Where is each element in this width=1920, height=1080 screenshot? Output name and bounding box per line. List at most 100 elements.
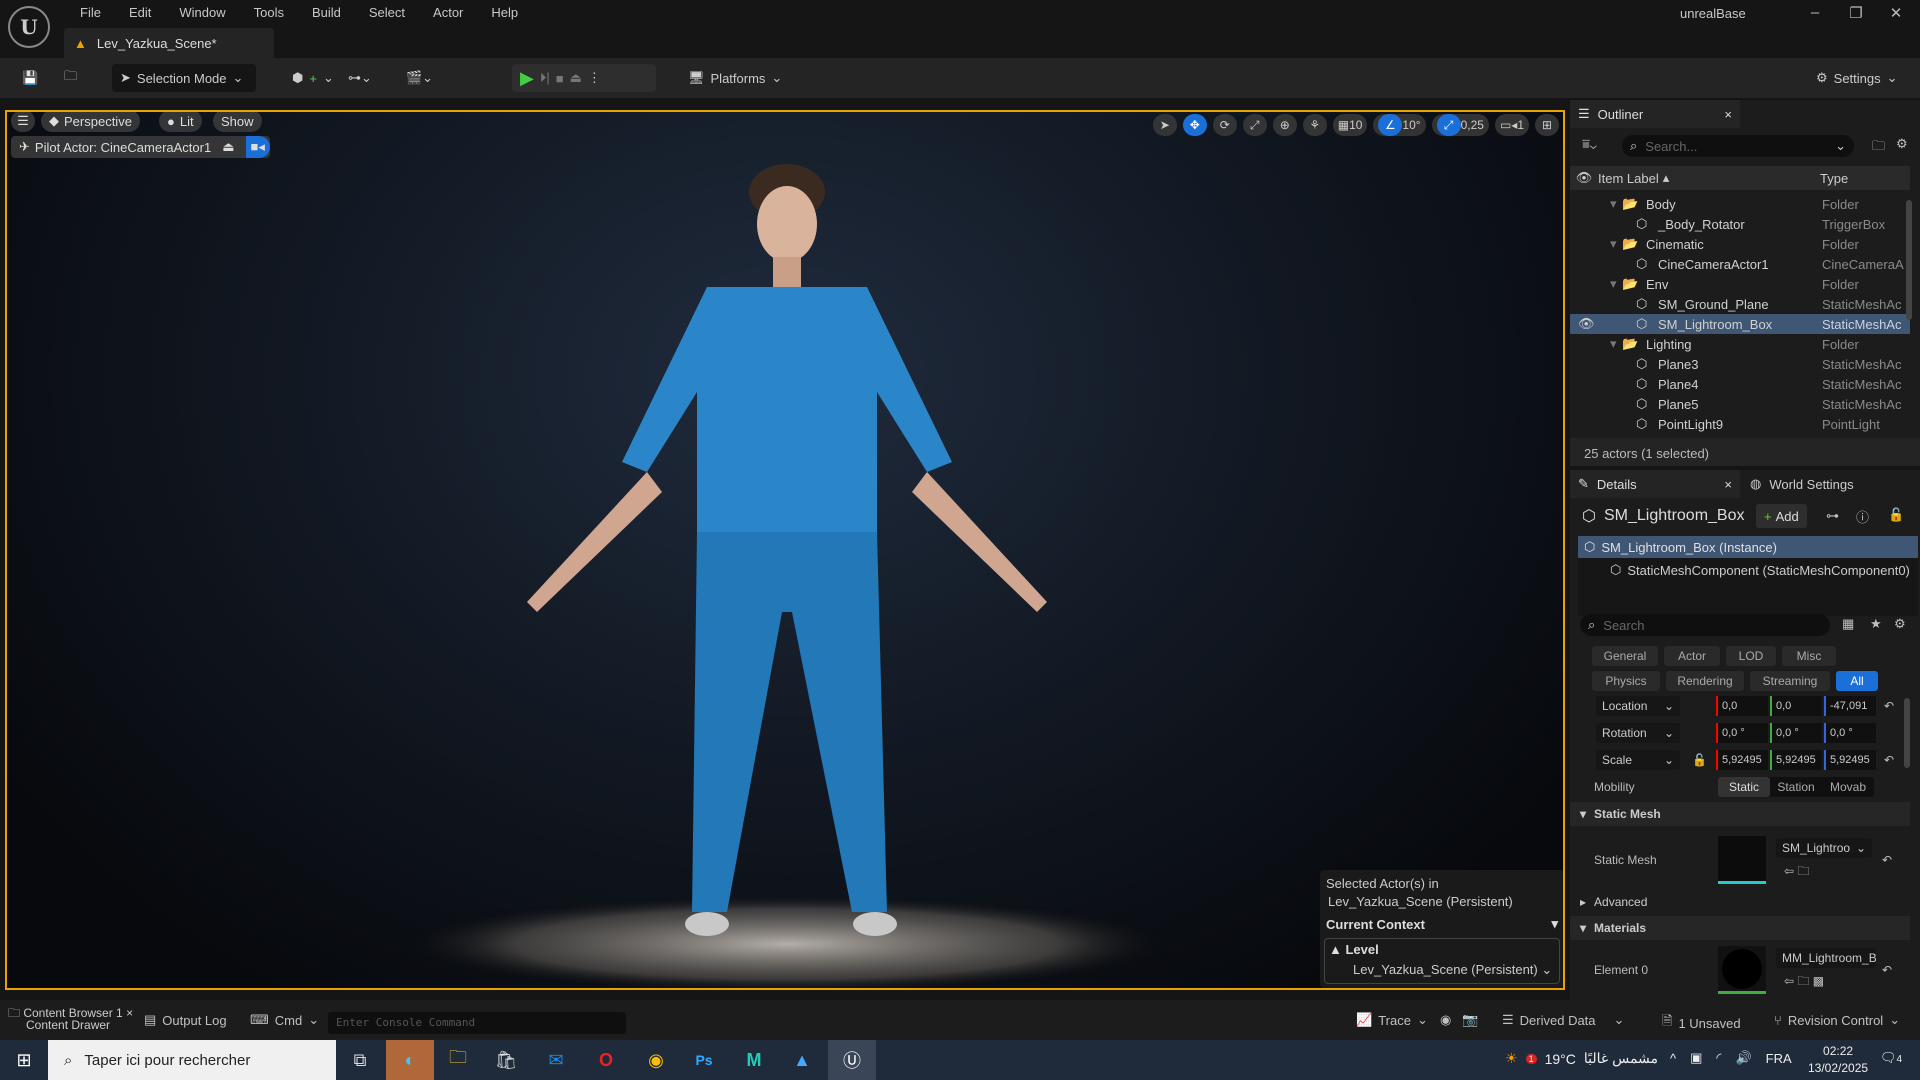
derived-data-dropdown[interactable]: ☰ Derived Data ⌄ (1502, 1012, 1624, 1028)
menu-actor[interactable]: Actor (419, 3, 477, 23)
level-viewport[interactable]: ☰ ◆ Perspective ● Lit Show ✈ Pilot Actor: C… (5, 110, 1565, 990)
component-row[interactable]: ⬡ StaticMeshComponent (StaticMeshComponen… (1578, 558, 1918, 582)
perspective-button[interactable]: ◆ Perspective (41, 112, 140, 132)
show-button[interactable]: Show (213, 112, 262, 132)
outliner-row[interactable]: 👁 ⬡ SM_Lightroom_Box StaticMeshAc (1570, 314, 1910, 334)
static-mesh-thumbnail[interactable] (1718, 836, 1766, 884)
store-icon[interactable]: 🛍 (482, 1040, 530, 1080)
menu-select[interactable]: Select (355, 3, 419, 23)
filter-rendering[interactable]: Rendering (1666, 671, 1744, 691)
scale-dropdown[interactable]: Scale ⌄ (1596, 750, 1680, 770)
help-icon[interactable]: ⓘ (1856, 507, 1869, 526)
cmd-dropdown[interactable]: ⌨ Cmd ⌄ (250, 1012, 319, 1028)
restore-button[interactable]: ❐ (1836, 4, 1876, 22)
filter-general[interactable]: General (1592, 646, 1658, 666)
level-dropdown[interactable]: Lev_Yazkua_Scene (Persistent) ⌄ (1329, 957, 1555, 980)
rotation-z[interactable]: 0,0 ° (1824, 723, 1876, 743)
stop-icon[interactable]: ■ (556, 71, 564, 86)
maya-icon[interactable]: M (730, 1040, 778, 1080)
close-icon[interactable]: × (1724, 107, 1732, 122)
outliner-row[interactable]: ▾ 📂 Lighting Folder (1570, 334, 1910, 354)
static-mesh-section[interactable]: ▾ Static Mesh (1570, 802, 1910, 826)
gear-icon[interactable]: ⚙ (1894, 616, 1906, 632)
windows-start-icon[interactable]: ⊞ (0, 1040, 48, 1080)
eject-icon[interactable]: ⏏ (570, 70, 582, 86)
tab-outliner[interactable]: ☰ Outliner × (1570, 100, 1740, 128)
task-view-icon[interactable]: ⧉ (336, 1040, 384, 1080)
outliner-row[interactable]: ▾ 📂 Env Folder (1570, 274, 1910, 294)
viewport-layout-icon[interactable]: ⊞ (1535, 114, 1559, 136)
cinematics-button[interactable]: 🎬⌄ (398, 64, 441, 92)
save-icon[interactable]: 💾 (14, 64, 46, 92)
screenshot-icon[interactable]: 📷 (1462, 1012, 1478, 1028)
star-icon[interactable]: ★ (1870, 616, 1882, 632)
camera-icon[interactable]: ▣ (1690, 1050, 1702, 1066)
outliner-row[interactable]: ⬡ SM_Ground_Plane StaticMeshAc (1570, 294, 1910, 314)
outliner-row[interactable]: ⬡ Plane3 StaticMeshAc (1570, 354, 1910, 374)
details-search-input[interactable]: ⌕ Search (1580, 614, 1830, 636)
rotation-snap-button[interactable]: ∠ 10° (1373, 114, 1426, 136)
advance-frame-icon[interactable]: ⏵| (540, 70, 550, 86)
volume-icon[interactable]: 🔊 (1735, 1050, 1751, 1066)
mobility-stationary[interactable]: Station (1770, 777, 1822, 797)
filter-icon[interactable]: ⩸⌄ (1582, 136, 1597, 152)
visibility-icon[interactable]: 👁 (1578, 316, 1595, 332)
lock-icon[interactable]: 🔓 (1692, 753, 1716, 767)
tab-details[interactable]: ✎ Details × (1570, 470, 1740, 498)
material-dropdown[interactable]: MM_Lightroom_Bo (1776, 947, 1876, 968)
move-tool-icon[interactable]: ✥ (1182, 114, 1207, 136)
menu-file[interactable]: File (66, 3, 115, 23)
materials-section[interactable]: ▾ Materials (1570, 916, 1910, 940)
filter-lod[interactable]: LOD (1726, 646, 1776, 666)
clock[interactable]: 02:22 13/02/2025 (1808, 1044, 1868, 1075)
weather-widget[interactable]: ☀ 1 19°C مشمس غالبًا (1505, 1050, 1658, 1067)
browse-icon[interactable]: 🗀 (1797, 864, 1809, 878)
selection-mode-dropdown[interactable]: ➤ Selection Mode ⌄ (112, 64, 256, 92)
material-thumbnail[interactable] (1718, 946, 1766, 994)
visibility-icon[interactable]: 👁 (1570, 170, 1598, 186)
camera-view-icon[interactable]: ■◂ (245, 136, 270, 158)
menu-help[interactable]: Help (477, 3, 532, 23)
outliner-row[interactable]: ⬡ CineCameraActor1 CineCameraA (1570, 254, 1910, 274)
outliner-scrollbar[interactable] (1906, 200, 1912, 320)
filter-streaming[interactable]: Streaming (1750, 671, 1830, 691)
reset-icon[interactable]: ↶ (1882, 963, 1892, 977)
add-actor-button[interactable]: ⬢ + ⌄ (284, 64, 342, 92)
use-selected-icon[interactable]: ⇦ (1784, 864, 1794, 878)
rotation-x[interactable]: 0,0 ° (1716, 723, 1768, 743)
location-x[interactable]: 0,0 (1716, 696, 1768, 716)
more-options-icon[interactable]: ⋮ (588, 70, 601, 86)
current-context-header[interactable]: Current Context ▾ (1324, 912, 1560, 936)
filter-misc[interactable]: Misc (1782, 646, 1836, 666)
unsaved-button[interactable]: 🗎 1 Unsaved (1662, 1012, 1741, 1034)
output-log-button[interactable]: ▤ Output Log (144, 1012, 227, 1028)
reset-icon[interactable]: ↶ (1884, 699, 1894, 713)
chrome-icon[interactable]: ◉ (632, 1040, 680, 1080)
outliner-row[interactable]: ⬡ Plane5 StaticMeshAc (1570, 394, 1910, 414)
use-selected-icon[interactable]: ⇦ (1784, 974, 1794, 988)
static-mesh-dropdown[interactable]: SM_Lightroo ⌄ (1776, 837, 1872, 858)
lit-button[interactable]: ● Lit (159, 112, 202, 132)
table-view-icon[interactable]: ▦ (1842, 616, 1854, 632)
browse-icon[interactable]: 🗀 (56, 64, 85, 92)
location-y[interactable]: 0,0 (1770, 696, 1822, 716)
scale-snap-button[interactable]: ⤢ 0,25 (1431, 114, 1489, 136)
browse-icon[interactable]: 🗀 (1797, 974, 1809, 988)
scale-x[interactable]: 5,92495 (1716, 750, 1768, 770)
add-folder-icon[interactable]: 🗀 (1872, 137, 1885, 159)
select-tool-icon[interactable]: ➤ (1152, 114, 1177, 136)
advanced-section[interactable]: ▸ Advanced (1570, 890, 1910, 914)
unreal-taskbar-icon[interactable]: Ⓤ (828, 1040, 876, 1080)
scale-z[interactable]: 5,92495 (1824, 750, 1876, 770)
location-z[interactable]: -47,091 (1824, 696, 1876, 716)
menu-build[interactable]: Build (298, 3, 355, 23)
close-icon[interactable]: × (1724, 477, 1732, 492)
outlook-icon[interactable]: ✉ (532, 1040, 580, 1080)
record-icon[interactable]: ◉ (1440, 1012, 1451, 1028)
file-explorer-icon[interactable]: 🗀 (434, 1040, 482, 1080)
eject-pilot-icon[interactable]: ⏏ (216, 139, 240, 155)
opera-icon[interactable]: O (582, 1040, 630, 1080)
close-button[interactable]: ✕ (1876, 4, 1916, 22)
reset-icon[interactable]: ↶ (1882, 853, 1892, 867)
scale-y[interactable]: 5,92495 (1770, 750, 1822, 770)
